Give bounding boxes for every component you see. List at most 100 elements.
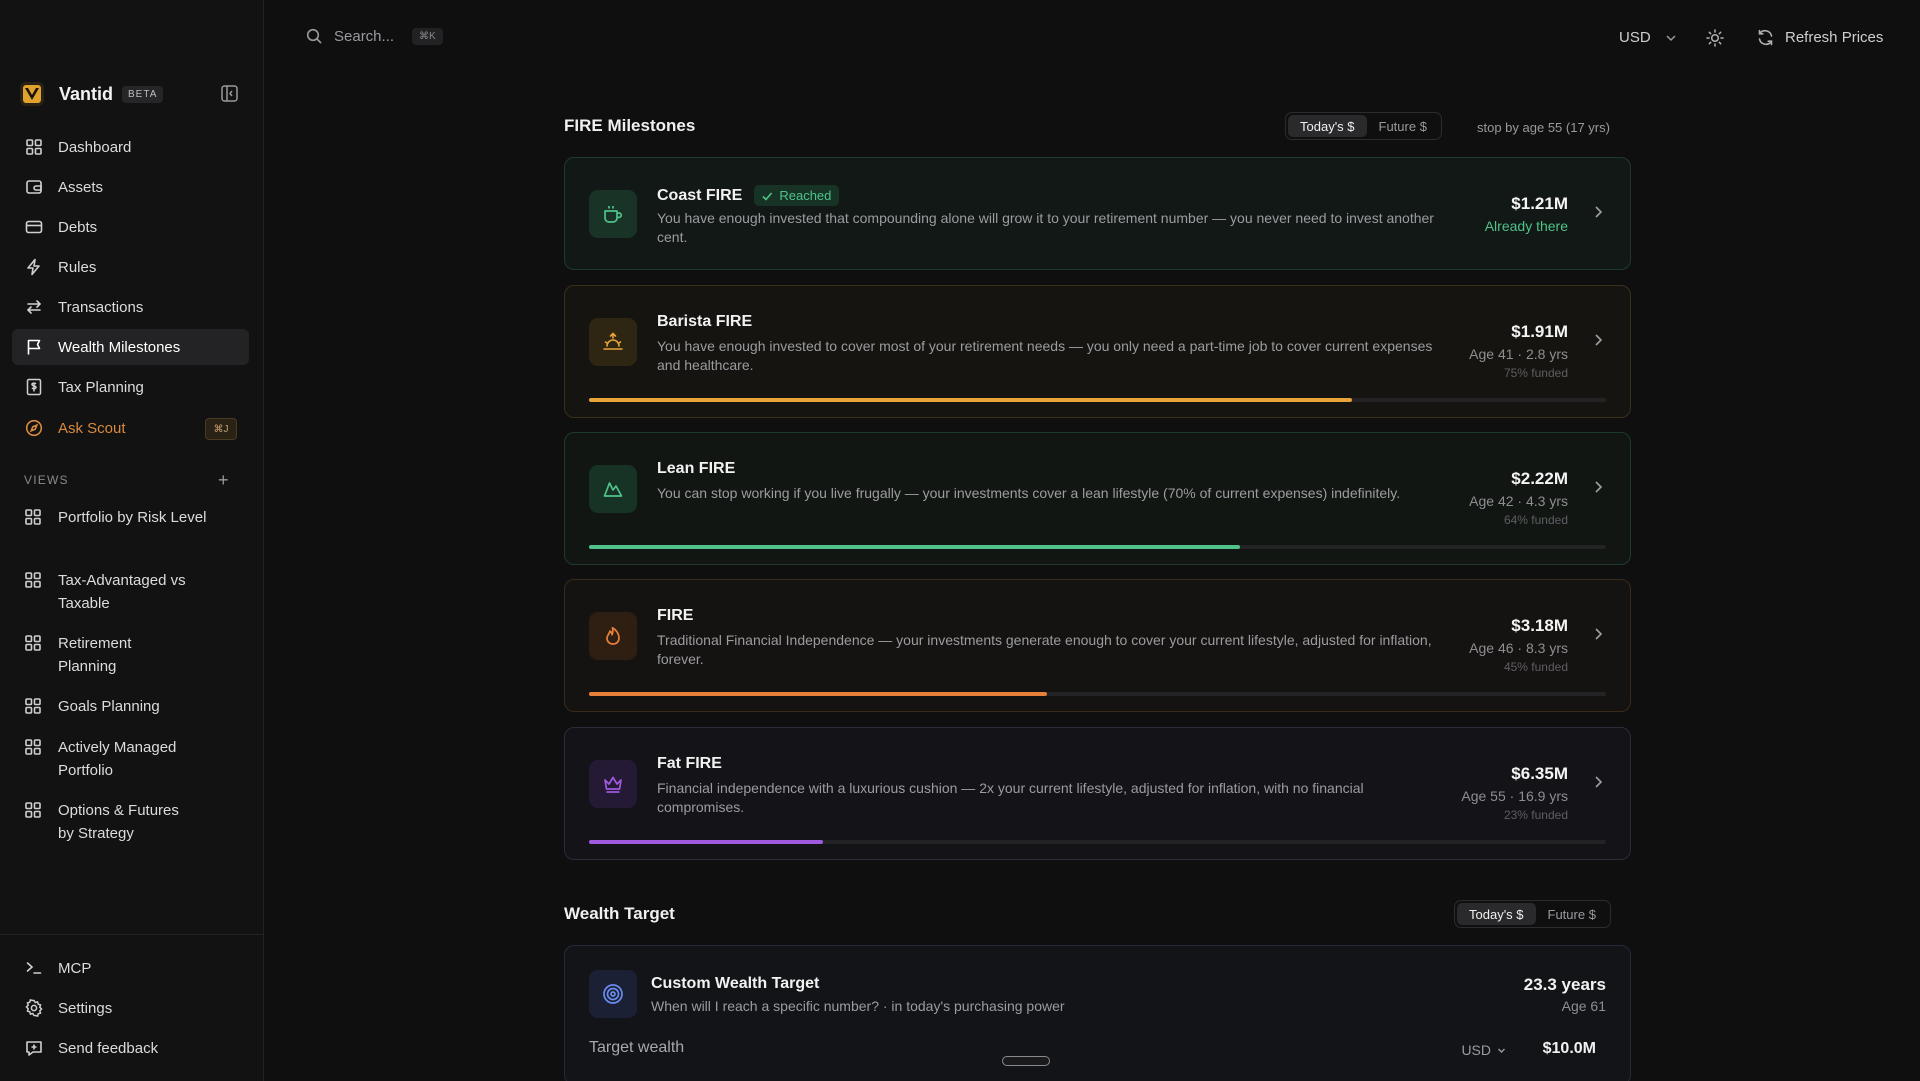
nav-label: Debts xyxy=(58,218,98,236)
card-funded: 75% funded xyxy=(1503,366,1568,380)
view-options-futures[interactable]: Options & Futures by Strategy xyxy=(12,799,249,845)
card-amount: $3.18M xyxy=(1511,616,1568,635)
collapse-sidebar-icon[interactable] xyxy=(220,84,239,103)
nav-dashboard[interactable]: Dashboard xyxy=(12,129,249,165)
card-funded: 64% funded xyxy=(1503,513,1568,527)
flame-icon xyxy=(589,612,637,660)
fire-currency-toggle[interactable]: Today's $ Future $ xyxy=(1285,112,1442,140)
nav-label: Assets xyxy=(58,178,104,196)
nav-debts[interactable]: Debts xyxy=(12,209,249,245)
topbar: Search... ⌘K USD Refresh Prices xyxy=(264,0,1920,76)
barista-fire-card[interactable]: Barista FIRE You have enough invested to… xyxy=(564,285,1631,418)
card-funded: 45% funded xyxy=(1503,660,1568,674)
lightning-icon xyxy=(24,257,44,277)
sunrise-icon xyxy=(589,318,637,366)
coast-fire-card[interactable]: Coast FIRE Reached You have enough inves… xyxy=(564,157,1631,270)
nav-tax-planning[interactable]: Tax Planning xyxy=(12,369,249,405)
view-label: Goals Planning xyxy=(58,698,160,715)
refresh-prices-button[interactable]: Refresh Prices xyxy=(1756,28,1883,47)
theme-toggle-sun-icon[interactable] xyxy=(1705,28,1725,53)
view-actively-managed[interactable]: Actively Managed Portfolio xyxy=(12,736,249,782)
future-dollars-option[interactable]: Future $ xyxy=(1536,903,1608,925)
grid-icon xyxy=(24,801,44,821)
progress-track xyxy=(589,398,1606,402)
card-amount: $2.22M xyxy=(1511,469,1568,488)
lean-fire-card[interactable]: Lean FIRE You can stop working if you li… xyxy=(564,432,1631,565)
card-age-years: Age 46 · 8.3 yrs xyxy=(1469,640,1568,656)
search-bar[interactable]: Search... ⌘K xyxy=(306,28,443,45)
card-description: You have enough invested to cover most o… xyxy=(657,338,1433,373)
card-amount: $6.35M xyxy=(1511,764,1568,783)
add-view-icon[interactable]: + xyxy=(218,470,229,491)
brand[interactable]: Vantid BETA xyxy=(20,80,164,108)
card-age-years: Age 42 · 4.3 yrs xyxy=(1469,493,1568,509)
view-tax-advantaged[interactable]: Tax-Advantaged vs Taxable xyxy=(12,569,249,615)
crown-icon xyxy=(589,760,637,808)
view-portfolio-by-risk[interactable]: Portfolio by Risk Level xyxy=(12,506,249,529)
view-label: Retirement Planning xyxy=(58,635,132,675)
scout-shortcut-badge: ⌘J xyxy=(205,418,237,440)
progress-fill xyxy=(589,840,823,844)
nav-wealth-milestones[interactable]: Wealth Milestones xyxy=(12,329,249,365)
card-status: Already there xyxy=(1484,218,1568,234)
target-icon xyxy=(589,970,637,1018)
brand-name: Vantid xyxy=(59,83,114,104)
nav-mcp[interactable]: MCP xyxy=(12,950,249,986)
mountain-icon xyxy=(589,465,637,513)
today-dollars-option[interactable]: Today's $ xyxy=(1288,115,1367,137)
scroll-indicator[interactable] xyxy=(1002,1056,1050,1066)
feedback-icon xyxy=(24,1038,44,1058)
refresh-label: Refresh Prices xyxy=(1785,29,1884,46)
nav-label: Send feedback xyxy=(58,1039,159,1057)
vantid-logo-icon xyxy=(20,82,44,106)
nav-rules[interactable]: Rules xyxy=(12,249,249,285)
chevron-right-icon xyxy=(1592,627,1604,646)
card-title: Custom Wealth Target xyxy=(651,975,820,992)
chevron-right-icon xyxy=(1592,205,1604,224)
nav-transactions[interactable]: Transactions xyxy=(12,289,249,325)
target-wealth-label: Target wealth xyxy=(589,1039,685,1056)
currency-select[interactable]: USD xyxy=(1619,29,1677,46)
stop-age-note: stop by age 55 (17 yrs) xyxy=(1477,120,1610,135)
progress-track xyxy=(589,840,1606,844)
card-description: Financial independence with a luxurious … xyxy=(657,780,1364,815)
custom-wealth-target-card: Custom Wealth Target When will I reach a… xyxy=(564,945,1631,1081)
nav-settings[interactable]: Settings xyxy=(12,990,249,1026)
view-goals-planning[interactable]: Goals Planning xyxy=(12,695,249,718)
view-label: Actively Managed Portfolio xyxy=(58,739,177,779)
credit-card-icon xyxy=(24,217,44,237)
fat-fire-card[interactable]: Fat FIRE Financial independence with a l… xyxy=(564,727,1631,860)
nav-assets[interactable]: Assets xyxy=(12,169,249,205)
card-description: When will I reach a specific number? · i… xyxy=(651,998,1065,1014)
today-dollars-option[interactable]: Today's $ xyxy=(1457,903,1536,925)
card-title: Coast FIRE Reached xyxy=(657,185,840,206)
reached-badge-text: Reached xyxy=(779,188,832,203)
fire-milestones-title: FIRE Milestones xyxy=(564,116,696,135)
target-wealth-input[interactable]: $10.0M xyxy=(1543,1040,1596,1058)
card-title: Barista FIRE xyxy=(657,313,753,330)
chevron-down-icon xyxy=(1497,1046,1506,1055)
grid-icon xyxy=(24,571,44,591)
beta-badge: BETA xyxy=(122,85,164,103)
target-currency-select[interactable]: USD xyxy=(1461,1042,1506,1058)
target-age: Age 61 xyxy=(1561,998,1606,1014)
nav-label: Rules xyxy=(58,258,97,276)
card-description: You can stop working if you live frugall… xyxy=(657,485,1401,501)
future-dollars-option[interactable]: Future $ xyxy=(1367,115,1439,137)
dollar-receipt-icon xyxy=(24,377,44,397)
nav-ask-scout[interactable]: Ask Scout ⌘J xyxy=(12,410,249,446)
wallet-icon xyxy=(24,177,44,197)
search-shortcut-badge: ⌘K xyxy=(412,28,443,45)
card-age-years: Age 41 · 2.8 yrs xyxy=(1469,346,1568,362)
search-placeholder: Search... xyxy=(334,28,395,45)
view-retirement-planning[interactable]: Retirement Planning xyxy=(12,632,249,678)
fire-card[interactable]: FIRE Traditional Financial Independence … xyxy=(564,579,1631,712)
terminal-icon xyxy=(24,958,44,978)
progress-fill xyxy=(589,692,1047,696)
wealth-currency-toggle[interactable]: Today's $ Future $ xyxy=(1454,900,1611,928)
progress-fill xyxy=(589,545,1240,549)
nav-send-feedback[interactable]: Send feedback xyxy=(12,1030,249,1066)
compass-icon xyxy=(24,418,44,438)
chevron-down-icon xyxy=(1665,32,1677,44)
nav-label: Tax Planning xyxy=(58,378,144,396)
